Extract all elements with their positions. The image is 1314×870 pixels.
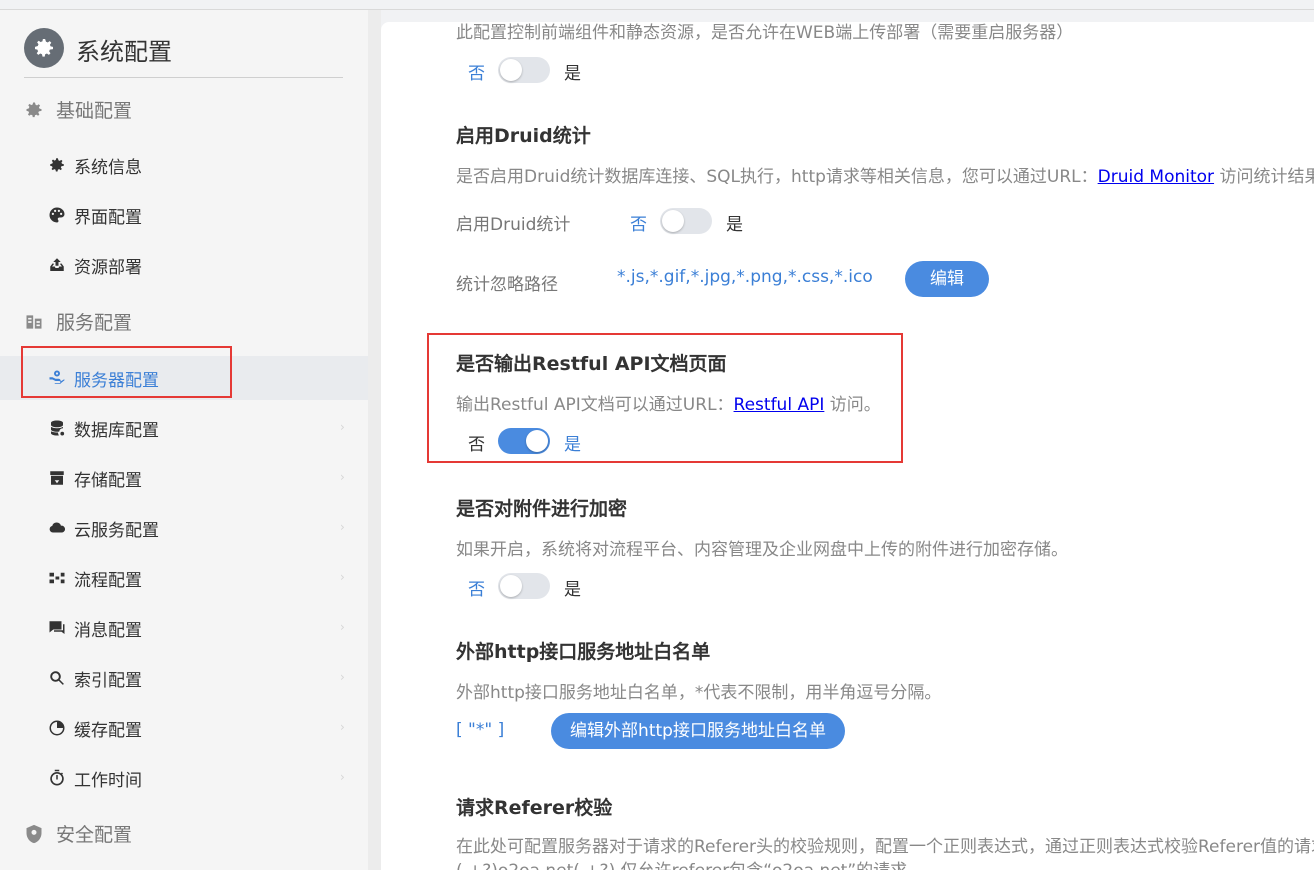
chevron-right-icon: ›	[340, 470, 345, 484]
gear-icon	[24, 28, 64, 68]
search-icon	[50, 671, 64, 685]
chevron-right-icon: ›	[340, 570, 345, 584]
chevron-right-icon: ›	[340, 670, 345, 684]
sidebar-group-label: 基础配置	[56, 100, 133, 122]
chevron-right-icon: ›	[340, 770, 345, 784]
sidebar-item-label: 缓存配置	[74, 721, 142, 741]
sidebar-item-message-config[interactable]: 消息配置 ›	[0, 606, 368, 650]
app-title: 系统配置	[76, 38, 172, 66]
toggle-knob	[500, 59, 522, 81]
chevron-right-icon: ›	[340, 520, 345, 534]
sidebar-item-resource-deploy[interactable]: 资源部署	[0, 243, 368, 287]
message-icon	[49, 621, 65, 634]
druid-toggle-yes-label: 是	[726, 215, 743, 235]
sidebar-item-work-time[interactable]: 工作时间 ›	[0, 756, 368, 800]
whitelist-edit-button[interactable]: 编辑外部http接口服务地址白名单	[551, 713, 845, 749]
encrypt-toggle-no-label: 否	[468, 580, 485, 600]
druid-desc-text: 是否启用Druid统计数据库连接、SQL执行，http请求等相关信息，您可以通过…	[456, 167, 1098, 187]
sidebar-item-label: 界面配置	[74, 208, 142, 228]
gear-icon	[50, 158, 64, 172]
sidebar-scroll-gutter	[368, 10, 381, 870]
sidebar-item-label: 资源部署	[74, 258, 142, 278]
druid-ignore-label: 统计忽略路径	[456, 275, 558, 295]
sidebar-item-system-info[interactable]: 系统信息	[0, 143, 368, 187]
druid-monitor-link[interactable]: Druid Monitor	[1098, 167, 1214, 187]
pie-icon	[49, 720, 65, 736]
sidebar-item-label: 消息配置	[74, 621, 142, 641]
encrypt-toggle-yes-label: 是	[564, 580, 581, 600]
highlight-box-sidebar	[21, 346, 232, 398]
cloud-icon	[49, 522, 66, 533]
stopwatch-icon	[50, 769, 64, 786]
whitelist-desc: 外部http接口服务地址白名单，*代表不限制，用半角逗号分隔。	[456, 683, 942, 703]
highlight-box-restful	[427, 333, 903, 463]
sidebar-item-label: 数据库配置	[74, 421, 159, 441]
sidebar-header: 系统配置	[24, 22, 343, 78]
flow-icon	[49, 572, 65, 584]
archive-icon	[50, 471, 64, 485]
settings-panel: 此配置控制前端组件和静态资源，是否允许在WEB端上传部署（需要重启服务器） 否 …	[381, 22, 1314, 870]
sidebar-item-label: 云服务配置	[74, 521, 159, 541]
encrypt-desc: 如果开启，系统将对流程平台、内容管理及企业网盘中上传的附件进行加密存储。	[456, 540, 1068, 560]
gear-icon	[26, 102, 42, 118]
sidebar-group-label: 安全配置	[56, 824, 133, 846]
druid-title: 启用Druid统计	[456, 125, 591, 147]
chevron-right-icon: ›	[340, 620, 345, 634]
druid-toggle-no-label: 否	[630, 215, 647, 235]
deploy-desc: 此配置控制前端组件和静态资源，是否允许在WEB端上传部署（需要重启服务器）	[456, 23, 1074, 43]
toggle-knob	[662, 210, 684, 232]
sidebar-item-index-config[interactable]: 索引配置 ›	[0, 656, 368, 700]
sidebar-group-label: 服务配置	[56, 312, 133, 334]
deploy-toggle-no-label: 否	[468, 64, 485, 84]
sidebar-item-label: 索引配置	[74, 671, 142, 691]
druid-desc-tail: 访问统计结果	[1214, 167, 1314, 187]
chevron-right-icon: ›	[340, 420, 345, 434]
druid-enable-label: 启用Druid统计	[456, 215, 571, 235]
sidebar-item-label: 工作时间	[74, 771, 142, 791]
referer-desc: 在此处可配置服务器对于请求的Referer头的校验规则，配置一个正则表达式，通过…	[456, 837, 1314, 857]
sidebar-item-flow-config[interactable]: 流程配置 ›	[0, 556, 368, 600]
encrypt-toggle[interactable]	[498, 573, 550, 599]
deploy-toggle[interactable]	[498, 57, 550, 83]
sidebar-item-cloud-config[interactable]: 云服务配置 ›	[0, 506, 368, 550]
deploy-toggle-yes-label: 是	[564, 64, 581, 84]
encrypt-title: 是否对附件进行加密	[456, 498, 628, 520]
whitelist-value: [ "*" ]	[456, 720, 505, 740]
palette-icon	[49, 207, 65, 223]
server-icon	[26, 315, 42, 329]
druid-ignore-value: *.js,*.gif,*.jpg,*.png,*.css,*.ico	[617, 267, 873, 287]
sidebar-item-label: 存储配置	[74, 471, 142, 491]
referer-desc-example: (.+?)o2oa.net(.+?) 仅允许referer包含“o2oa.net…	[456, 856, 907, 870]
referer-title: 请求Referer校验	[456, 797, 613, 819]
sidebar-item-label: 系统信息	[74, 158, 142, 178]
upload-tray-icon	[50, 258, 64, 271]
toggle-knob	[500, 575, 522, 597]
whitelist-title: 外部http接口服务地址白名单	[456, 641, 711, 663]
sidebar-item-label: 流程配置	[74, 571, 142, 591]
druid-edit-button[interactable]: 编辑	[905, 261, 989, 297]
druid-desc: 是否启用Druid统计数据库连接、SQL执行，http请求等相关信息，您可以通过…	[456, 162, 1314, 187]
shield-icon	[26, 824, 42, 844]
database-icon	[51, 420, 65, 436]
sidebar-item-cache-config[interactable]: 缓存配置 ›	[0, 706, 368, 750]
sidebar-item-database-config[interactable]: 数据库配置 ›	[0, 406, 368, 450]
chevron-right-icon: ›	[340, 720, 345, 734]
sidebar-item-storage-config[interactable]: 存储配置 ›	[0, 456, 368, 500]
druid-toggle[interactable]	[660, 208, 712, 234]
sidebar-item-ui-config[interactable]: 界面配置	[0, 193, 368, 237]
